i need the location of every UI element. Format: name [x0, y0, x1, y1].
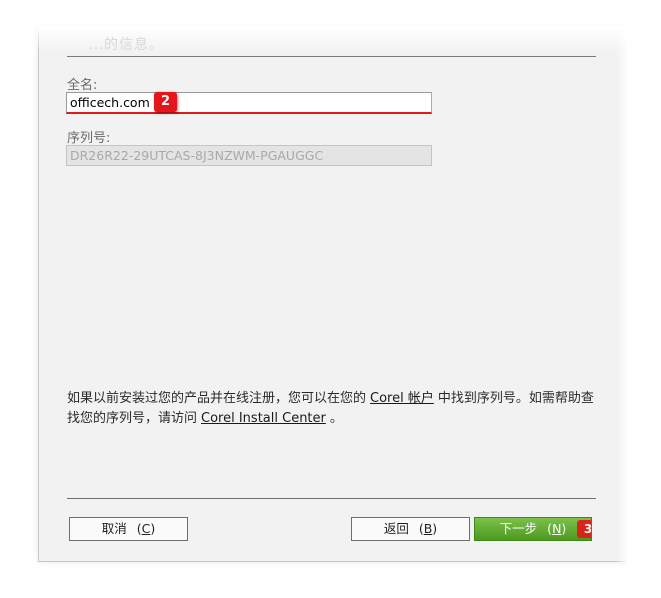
next-shortcut: (N) — [547, 521, 567, 536]
serial-label: 序列号: — [67, 131, 111, 146]
help-text: 如果以前安装过您的产品并在线注册，您可以在您的 Corel 帐户 中找到序列号。如需… — [67, 389, 602, 429]
next-button[interactable]: 下一步 (N) 3 — [474, 517, 592, 541]
corel-account-link[interactable]: Corel 帐户 — [370, 391, 434, 406]
fullname-input[interactable] — [66, 92, 432, 114]
corel-install-center-link[interactable]: Corel Install Center — [201, 411, 326, 426]
back-shortcut: (B) — [418, 521, 438, 536]
cancel-button[interactable]: 取消 (C) — [69, 517, 188, 541]
help-text-part-1: 如果以前安装过您的产品并在线注册，您可以在您的 — [67, 391, 367, 406]
back-button-label: 返回 — [383, 521, 409, 536]
registration-dialog: …的信息。 全名: 2 序列号: 如果以前安装过您的产品并在线注册，您可以在您的… — [37, 26, 630, 563]
cancel-button-label: 取消 — [101, 521, 127, 536]
cancel-shortcut: (C) — [136, 521, 156, 536]
footer-divider — [67, 498, 596, 499]
step-3-badge: 3 — [577, 520, 591, 538]
page: …的信息。 全名: 2 序列号: 如果以前安装过您的产品并在线注册，您可以在您的… — [0, 0, 661, 598]
dialog-title: …的信息。 — [89, 37, 164, 53]
help-text-part-3: 。 — [329, 411, 343, 426]
fullname-label: 全名: — [67, 78, 98, 93]
back-button[interactable]: 返回 (B) — [351, 517, 470, 541]
step-2-badge: 2 — [154, 92, 177, 112]
serial-number-input[interactable] — [66, 145, 432, 166]
next-button-label: 下一步 — [499, 521, 538, 536]
header-divider — [67, 56, 596, 57]
